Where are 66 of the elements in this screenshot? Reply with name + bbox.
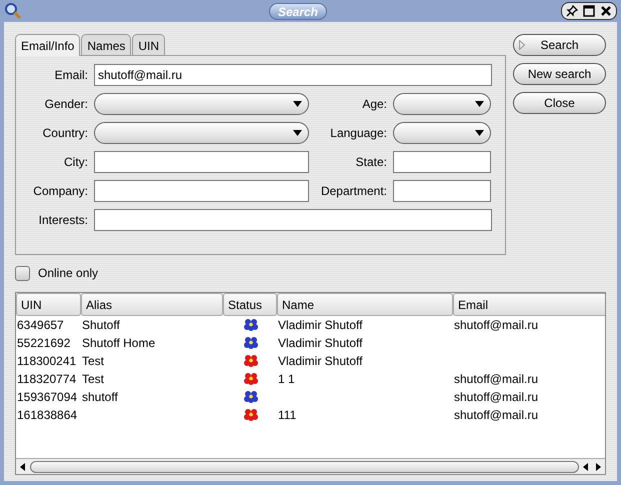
- dropdown[interactable]: [94, 93, 309, 115]
- table-cell: Vladimir Shutoff: [278, 336, 362, 350]
- table-cell: Shutoff Home: [82, 336, 156, 350]
- field-label: Department:: [320, 183, 388, 200]
- table-cell: shutoff@mail.ru: [454, 372, 538, 386]
- table-cell: Vladimir Shutoff: [278, 318, 362, 332]
- triangle-icon: [519, 40, 525, 50]
- table-cell: Test: [82, 354, 104, 368]
- table-cell: shutoff@mail.ru: [454, 318, 538, 332]
- table-cell: 161838864: [17, 408, 78, 422]
- input-field[interactable]: shutoff@mail.ru: [94, 64, 492, 86]
- table-cell: 118300241: [17, 354, 76, 368]
- tab[interactable]: Names: [81, 34, 132, 55]
- table-cell: 1 1: [278, 372, 295, 386]
- checkbox-label[interactable]: Online only: [38, 264, 98, 282]
- field-label: Email:: [54, 67, 89, 84]
- table-cell: 55221692: [17, 336, 70, 350]
- table-cell: 111: [278, 408, 296, 422]
- table-cell: 6349657: [17, 318, 64, 332]
- dropdown[interactable]: [393, 122, 491, 144]
- field-label: Language:: [329, 125, 388, 142]
- table-cell: Vladimir Shutoff: [278, 354, 362, 368]
- column-header[interactable]: Name: [277, 293, 453, 316]
- input-field[interactable]: [94, 209, 492, 231]
- field-label: Interests:: [38, 212, 89, 229]
- search-icon: [4, 2, 22, 20]
- column-header[interactable]: UIN: [16, 293, 81, 316]
- button[interactable]: New search: [513, 63, 606, 85]
- input-field[interactable]: [94, 151, 309, 173]
- field-label: City:: [63, 154, 89, 171]
- field-label: Age:: [361, 96, 388, 113]
- column-header[interactable]: Alias: [81, 293, 223, 316]
- caret-icon: [293, 101, 302, 107]
- field-label: Company:: [32, 183, 89, 200]
- table-cell: shutoff: [82, 390, 118, 404]
- table-cell: Shutoff: [82, 318, 120, 332]
- field-label: State:: [354, 154, 388, 171]
- scroll-left-icon[interactable]: [18, 462, 28, 472]
- table-cell: 118320774: [17, 372, 76, 386]
- table-cell: Test: [82, 372, 104, 386]
- input-field[interactable]: [393, 180, 491, 202]
- checkbox[interactable]: [15, 266, 30, 280]
- scroll-left-icon[interactable]: [581, 462, 591, 472]
- dropdown[interactable]: [94, 122, 309, 144]
- scrollbar-thumb[interactable]: [30, 460, 579, 472]
- tab[interactable]: UIN: [132, 34, 166, 55]
- window-title: Search: [269, 3, 327, 20]
- tab[interactable]: Email/Info: [15, 34, 80, 56]
- field-label: Gender:: [44, 96, 89, 113]
- caret-icon: [475, 130, 484, 136]
- input-field[interactable]: [94, 180, 309, 202]
- table-cell: shutoff@mail.ru: [454, 390, 538, 404]
- maximize-button[interactable]: [581, 3, 597, 19]
- column-header[interactable]: Status: [223, 293, 277, 316]
- column-header[interactable]: Email: [453, 293, 605, 316]
- pin-button[interactable]: [564, 3, 580, 19]
- scroll-right-icon[interactable]: [593, 462, 603, 472]
- table-cell: shutoff@mail.ru: [454, 408, 538, 422]
- button[interactable]: Close: [513, 92, 606, 114]
- dropdown[interactable]: [393, 93, 491, 115]
- caret-icon: [293, 130, 302, 136]
- table-cell: 159367094: [17, 390, 78, 404]
- button[interactable]: Search: [513, 34, 606, 56]
- input-field[interactable]: [393, 151, 491, 173]
- caret-icon: [475, 101, 484, 107]
- field-label: Country:: [42, 125, 89, 142]
